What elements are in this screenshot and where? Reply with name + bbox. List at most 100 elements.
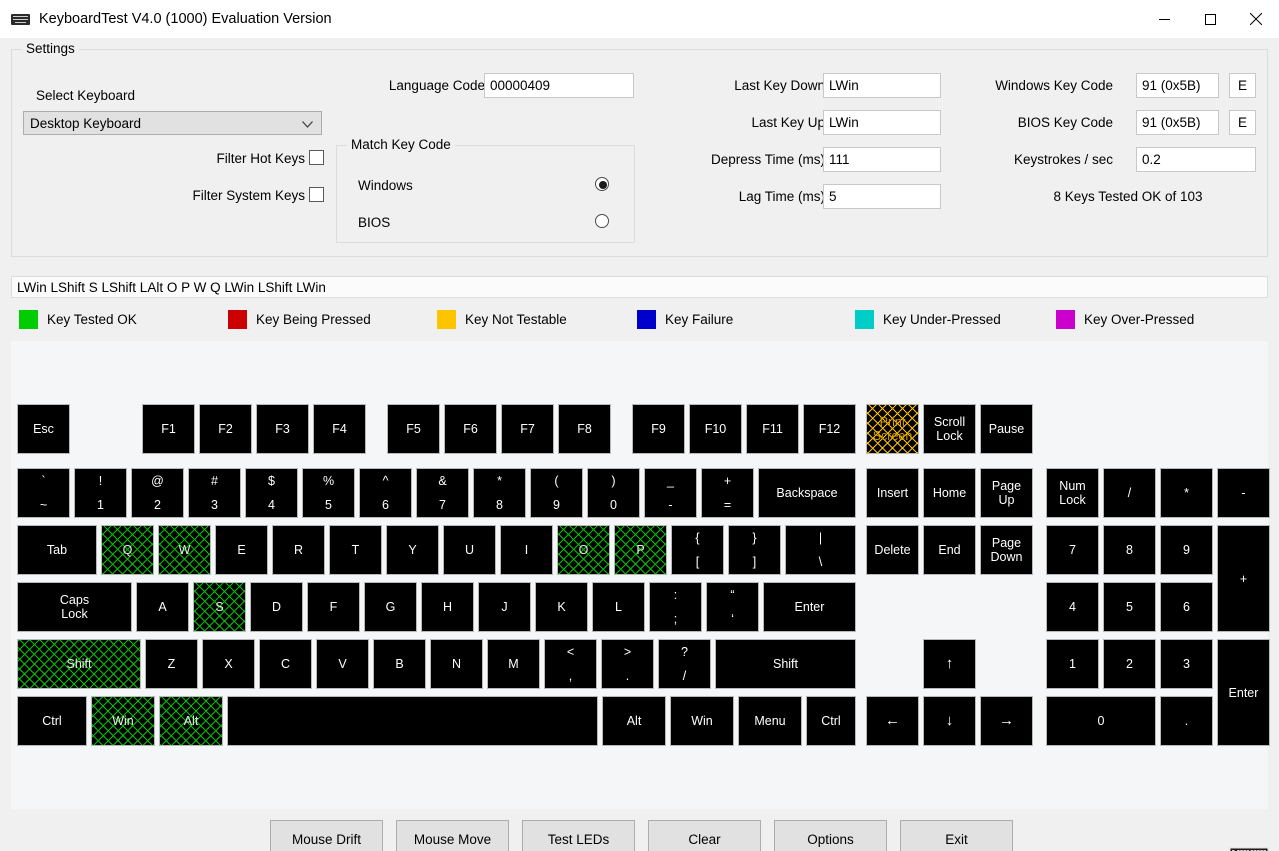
key-6[interactable]: ^6 [359,468,412,518]
key-numpad-1[interactable]: 1 [1046,639,1099,689]
key-scroll-lock[interactable]: ScrollLock [923,404,976,454]
key-x[interactable]: X [202,639,255,689]
language-code-field[interactable]: 00000409 [484,73,634,98]
key-quote[interactable]: “‘ [706,582,759,632]
key-win-left[interactable]: Win [91,696,155,746]
key-j[interactable]: J [478,582,531,632]
key-log-field[interactable]: LWin LShift S LShift LAlt O P W Q LWin L… [11,276,1268,298]
key-page-down[interactable]: PageDown [980,525,1033,575]
key-r[interactable]: R [272,525,325,575]
test-leds-button[interactable]: Test LEDs [522,820,635,851]
key-t[interactable]: T [329,525,382,575]
key-w[interactable]: W [158,525,211,575]
key-g[interactable]: G [364,582,417,632]
key-numpad-0[interactable]: 0 [1046,696,1156,746]
key-f8[interactable]: F8 [558,404,611,454]
key-z[interactable]: Z [145,639,198,689]
key-f6[interactable]: F6 [444,404,497,454]
key-n[interactable]: N [430,639,483,689]
key-backslash[interactable]: |\ [785,525,856,575]
key-i[interactable]: I [500,525,553,575]
key-enter[interactable]: Enter [763,582,856,632]
key-bracket-right[interactable]: }] [728,525,781,575]
options-button[interactable]: Options [774,820,887,851]
key-arrow-right[interactable]: → [980,696,1033,746]
key-u[interactable]: U [443,525,496,575]
key-f11[interactable]: F11 [746,404,799,454]
key-numpad-7[interactable]: 7 [1046,525,1099,575]
key-backspace[interactable]: Backspace [758,468,856,518]
clear-button[interactable]: Clear [648,820,761,851]
key-numpad-enter[interactable]: Enter [1217,639,1270,746]
mouse-drift-button[interactable]: Mouse Drift [270,820,383,851]
key-o[interactable]: O [557,525,610,575]
key-7[interactable]: &7 [416,468,469,518]
select-keyboard-combo[interactable]: Desktop Keyboard [23,111,322,135]
key-f5[interactable]: F5 [387,404,440,454]
key-end[interactable]: End [923,525,976,575]
key-f4[interactable]: F4 [313,404,366,454]
key-arrow-up[interactable]: ↑ [923,639,976,689]
key-numpad-5[interactable]: 5 [1103,582,1156,632]
key-minus[interactable]: _- [644,468,697,518]
key-backtick[interactable]: `~ [17,468,70,518]
maximize-button[interactable] [1187,0,1233,38]
key-v[interactable]: V [316,639,369,689]
key-b[interactable]: B [373,639,426,689]
key-numpad-8[interactable]: 8 [1103,525,1156,575]
key-numpad-minus[interactable]: - [1217,468,1270,518]
match-windows-radio[interactable] [595,177,609,191]
key-num-lock[interactable]: NumLock [1046,468,1099,518]
key-8[interactable]: *8 [473,468,526,518]
key-print-screen[interactable]: PrintScreen [866,404,919,454]
key-1[interactable]: !1 [74,468,127,518]
key-numpad-9[interactable]: 9 [1160,525,1213,575]
key-f12[interactable]: F12 [803,404,856,454]
key-numpad-4[interactable]: 4 [1046,582,1099,632]
key-f[interactable]: F [307,582,360,632]
key-f10[interactable]: F10 [689,404,742,454]
filter-system-keys-checkbox[interactable] [309,187,324,202]
key-ctrl-left[interactable]: Ctrl [17,696,87,746]
key-5[interactable]: %5 [302,468,355,518]
key-space[interactable] [227,696,598,746]
key-bracket-left[interactable]: {[ [671,525,724,575]
key-2[interactable]: @2 [131,468,184,518]
key-win-right[interactable]: Win [670,696,734,746]
key-page-up[interactable]: PageUp [980,468,1033,518]
key-0[interactable]: )0 [587,468,640,518]
key-delete[interactable]: Delete [866,525,919,575]
key-tab[interactable]: Tab [17,525,97,575]
key-y[interactable]: Y [386,525,439,575]
key-esc[interactable]: Esc [17,404,70,454]
key-alt-right[interactable]: Alt [602,696,666,746]
filter-hot-keys-checkbox[interactable] [309,150,324,165]
key-pause[interactable]: Pause [980,404,1033,454]
key-shift-right[interactable]: Shift [715,639,856,689]
key-insert[interactable]: Insert [866,468,919,518]
key-f9[interactable]: F9 [632,404,685,454]
key-4[interactable]: $4 [245,468,298,518]
exit-button[interactable]: Exit [900,820,1013,851]
key-c[interactable]: C [259,639,312,689]
key-l[interactable]: L [592,582,645,632]
key-a[interactable]: A [136,582,189,632]
key-f1[interactable]: F1 [142,404,195,454]
key-p[interactable]: P [614,525,667,575]
key-d[interactable]: D [250,582,303,632]
key-caps-lock[interactable]: CapsLock [17,582,132,632]
key-numpad-period[interactable]: . [1160,696,1213,746]
key-h[interactable]: H [421,582,474,632]
key-menu[interactable]: Menu [738,696,802,746]
key-comma[interactable]: <, [544,639,597,689]
key-period[interactable]: >. [601,639,654,689]
key-3[interactable]: #3 [188,468,241,518]
key-shift-left[interactable]: Shift [17,639,141,689]
match-bios-radio[interactable] [595,214,609,228]
key-9[interactable]: (9 [530,468,583,518]
key-slash[interactable]: ?/ [658,639,711,689]
key-f7[interactable]: F7 [501,404,554,454]
close-button[interactable] [1233,0,1279,38]
key-f3[interactable]: F3 [256,404,309,454]
key-alt-left[interactable]: Alt [159,696,223,746]
